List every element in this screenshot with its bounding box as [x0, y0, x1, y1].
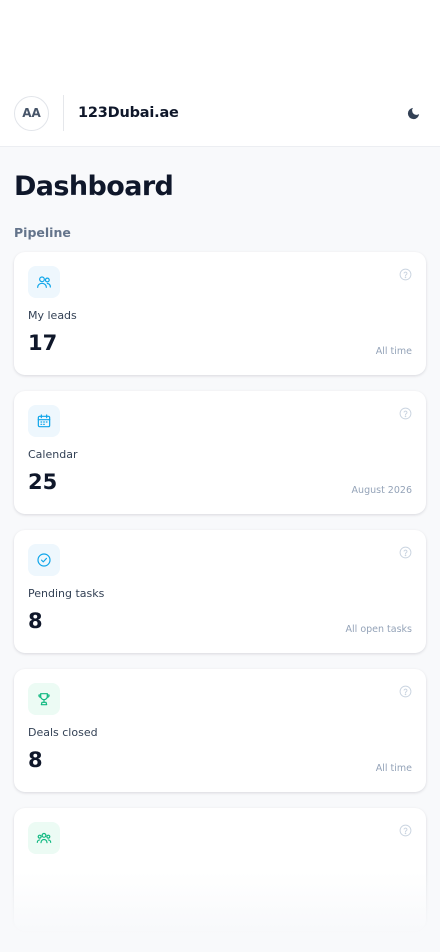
avatar[interactable]: AA: [14, 95, 49, 131]
moon-icon: [407, 107, 419, 119]
app-header: AA 123Dubai.ae: [0, 80, 440, 147]
card-icon-wrapper: [28, 405, 60, 437]
card-label: Deals closed: [28, 726, 98, 739]
stat-card-my-leads[interactable]: My leads 17 All time: [14, 252, 426, 375]
team-icon: [36, 832, 52, 844]
calendar-icon: [37, 414, 51, 428]
help-icon[interactable]: [399, 268, 412, 281]
section-label-pipeline: Pipeline: [14, 225, 71, 240]
card-period: All time: [375, 763, 412, 774]
stat-card-deals-closed[interactable]: Deals closed 8 All time: [14, 669, 426, 792]
stat-cards: My leads 17 All time Calendar 25 August …: [14, 252, 426, 931]
help-icon[interactable]: [399, 546, 412, 559]
card-icon-wrapper: [28, 266, 60, 298]
stat-card-team[interactable]: [14, 808, 426, 931]
page-title: Dashboard: [14, 171, 174, 202]
help-icon[interactable]: [399, 685, 412, 698]
card-icon-wrapper: [28, 544, 60, 576]
help-icon[interactable]: [399, 407, 412, 420]
card-label: Pending tasks: [28, 587, 105, 600]
stat-card-pending-tasks[interactable]: Pending tasks 8 All open tasks: [14, 530, 426, 653]
card-label: Calendar: [28, 448, 78, 461]
card-period: All open tasks: [345, 624, 412, 635]
card-period: All time: [375, 346, 412, 357]
brand-name[interactable]: 123Dubai.ae: [78, 105, 179, 121]
main-content: Dashboard Pipeline My leads 17 All time: [0, 147, 440, 952]
card-label: My leads: [28, 309, 77, 322]
card-icon-wrapper: [28, 683, 60, 715]
theme-toggle-button[interactable]: [402, 102, 424, 124]
header-divider: [63, 95, 64, 131]
check-circle-icon: [37, 553, 51, 567]
users-icon: [37, 276, 51, 288]
stat-card-calendar[interactable]: Calendar 25 August 2026: [14, 391, 426, 514]
card-period: August 2026: [351, 485, 412, 496]
top-spacer: [0, 0, 440, 80]
card-icon-wrapper: [28, 822, 60, 854]
card-value: 8: [28, 748, 43, 772]
help-icon[interactable]: [399, 824, 412, 837]
card-value: 17: [28, 331, 58, 355]
trophy-icon: [38, 693, 50, 706]
